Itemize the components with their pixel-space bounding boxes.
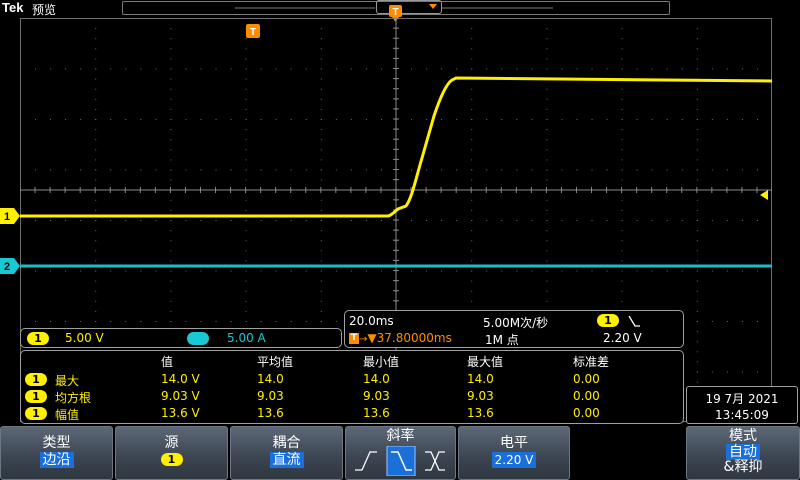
meas-name: 幅值 <box>55 408 80 422</box>
measurements-panel: 值 平均值 最小值 最大值 标准差 1 最大 14.0 V 14.0 14.0 … <box>20 350 684 424</box>
time-text: 13:45:09 <box>715 408 769 422</box>
meas-max: 9.03 <box>467 389 494 403</box>
meas-header-value: 值 <box>161 355 174 369</box>
trigger-source-chip: 1 <box>597 314 619 327</box>
trigger-mode-label: 模式 <box>729 428 757 444</box>
meas-row-amplitude[interactable]: 1 幅值 13.6 V 13.6 13.6 13.6 0.00 <box>21 405 681 422</box>
trigger-coupling-label: 耦合 <box>272 435 301 451</box>
trigger-t-icon: T <box>349 333 359 344</box>
timebase-panel: 20.0ms 5.00M次/秒 1 T →▼37.80000ms 1M 点 2.2… <box>344 310 684 348</box>
meas-value: 14.0 V <box>161 372 200 386</box>
meas-std: 0.00 <box>573 372 600 386</box>
meas-mean: 9.03 <box>257 389 284 403</box>
ch1-marker-label: 1 <box>4 211 10 223</box>
falling-edge-icon <box>628 315 640 327</box>
ch1-ground-marker[interactable]: 1 <box>0 208 22 224</box>
ch2-ground-marker[interactable]: 2 <box>0 258 22 274</box>
meas-min: 14.0 <box>363 372 390 386</box>
meas-row-chip: 1 <box>25 390 47 403</box>
trigger-coupling-button[interactable]: 耦合 直流 <box>230 426 343 480</box>
falling-slope-icon[interactable] <box>386 446 415 476</box>
trigger-slope-button[interactable]: 斜率 <box>345 426 456 480</box>
meas-std: 0.00 <box>573 389 600 403</box>
meas-name: 最大 <box>55 374 80 388</box>
horizontal-scale[interactable]: 20.0ms <box>349 314 394 328</box>
meas-max: 14.0 <box>467 372 494 386</box>
trigger-position-label: T <box>392 7 398 18</box>
ch2-marker-label: 2 <box>4 261 10 273</box>
trigger-holdoff-label: &释抑 <box>723 459 763 475</box>
ch2-scale[interactable]: 5.00 A <box>227 331 266 345</box>
trigger-type-value: 边沿 <box>39 452 74 468</box>
sample-rate: 5.00M次/秒 <box>483 316 549 330</box>
meas-header-min: 最小值 <box>363 355 400 369</box>
meas-row-chip: 1 <box>25 373 47 386</box>
meas-header-mean: 平均值 <box>257 355 294 369</box>
record-length: 1M 点 <box>485 333 519 347</box>
trigger-point-label: T <box>250 27 256 38</box>
meas-name: 均方根 <box>55 391 92 405</box>
record-window-bracket[interactable] <box>376 0 442 14</box>
trigger-position-value: ▼37.80000ms <box>367 331 452 345</box>
trigger-level-label: 电平 <box>500 435 528 451</box>
trigger-slope-label: 斜率 <box>386 428 415 444</box>
trigger-coupling-value: 直流 <box>269 452 304 468</box>
meas-row-rms[interactable]: 1 均方根 9.03 V 9.03 9.03 9.03 0.00 <box>21 388 681 405</box>
trigger-source-value: 1 <box>160 453 183 466</box>
rising-slope-icon[interactable] <box>354 451 377 471</box>
meas-header-max: 最大值 <box>467 355 504 369</box>
date-text: 19 7月 2021 <box>705 392 779 406</box>
datetime-panel: 19 7月 2021 13:45:09 <box>686 386 798 424</box>
trigger-type-label: 类型 <box>42 435 71 451</box>
trigger-mode-value: 自动 <box>726 444 760 460</box>
trigger-level-marker[interactable] <box>760 190 768 200</box>
trigger-level-readout[interactable]: 2.20 V <box>603 331 642 345</box>
trigger-point-marker: T <box>246 24 260 38</box>
brand-logo: Tek <box>2 0 24 15</box>
meas-row-chip: 1 <box>25 407 47 420</box>
trigger-mode-button[interactable]: 模式 自动 &释抑 <box>686 426 800 480</box>
meas-min: 13.6 <box>363 406 390 420</box>
meas-std: 0.00 <box>573 406 600 420</box>
slope-options[interactable] <box>349 446 453 476</box>
ch2-chip[interactable]: 2 <box>187 332 209 345</box>
trigger-level-value: 2.20 V <box>491 452 537 468</box>
ch1-scale[interactable]: 5.00 V <box>65 331 104 345</box>
channel-settings-panel: 1 5.00 V 2 5.00 A <box>20 328 342 348</box>
meas-max: 13.6 <box>467 406 494 420</box>
meas-header-std: 标准差 <box>573 355 610 369</box>
either-slope-icon[interactable] <box>424 451 445 471</box>
trigger-source-label: 源 <box>164 435 179 451</box>
meas-value: 13.6 V <box>161 406 200 420</box>
trigger-level-button[interactable]: 电平 2.20 V <box>458 426 570 480</box>
trigger-position-readout[interactable]: T →▼37.80000ms <box>349 331 452 345</box>
ch1-chip[interactable]: 1 <box>27 332 49 345</box>
meas-min: 9.03 <box>363 389 390 403</box>
meas-mean: 14.0 <box>257 372 284 386</box>
meas-row-max[interactable]: 1 最大 14.0 V 14.0 14.0 14.0 0.00 <box>21 371 681 388</box>
trigger-type-button[interactable]: 类型 边沿 <box>0 426 113 480</box>
meas-mean: 13.6 <box>257 406 284 420</box>
trigger-source-button[interactable]: 源 1 <box>115 426 228 480</box>
acquisition-mode: 预览 <box>32 3 57 17</box>
meas-value: 9.03 V <box>161 389 200 403</box>
